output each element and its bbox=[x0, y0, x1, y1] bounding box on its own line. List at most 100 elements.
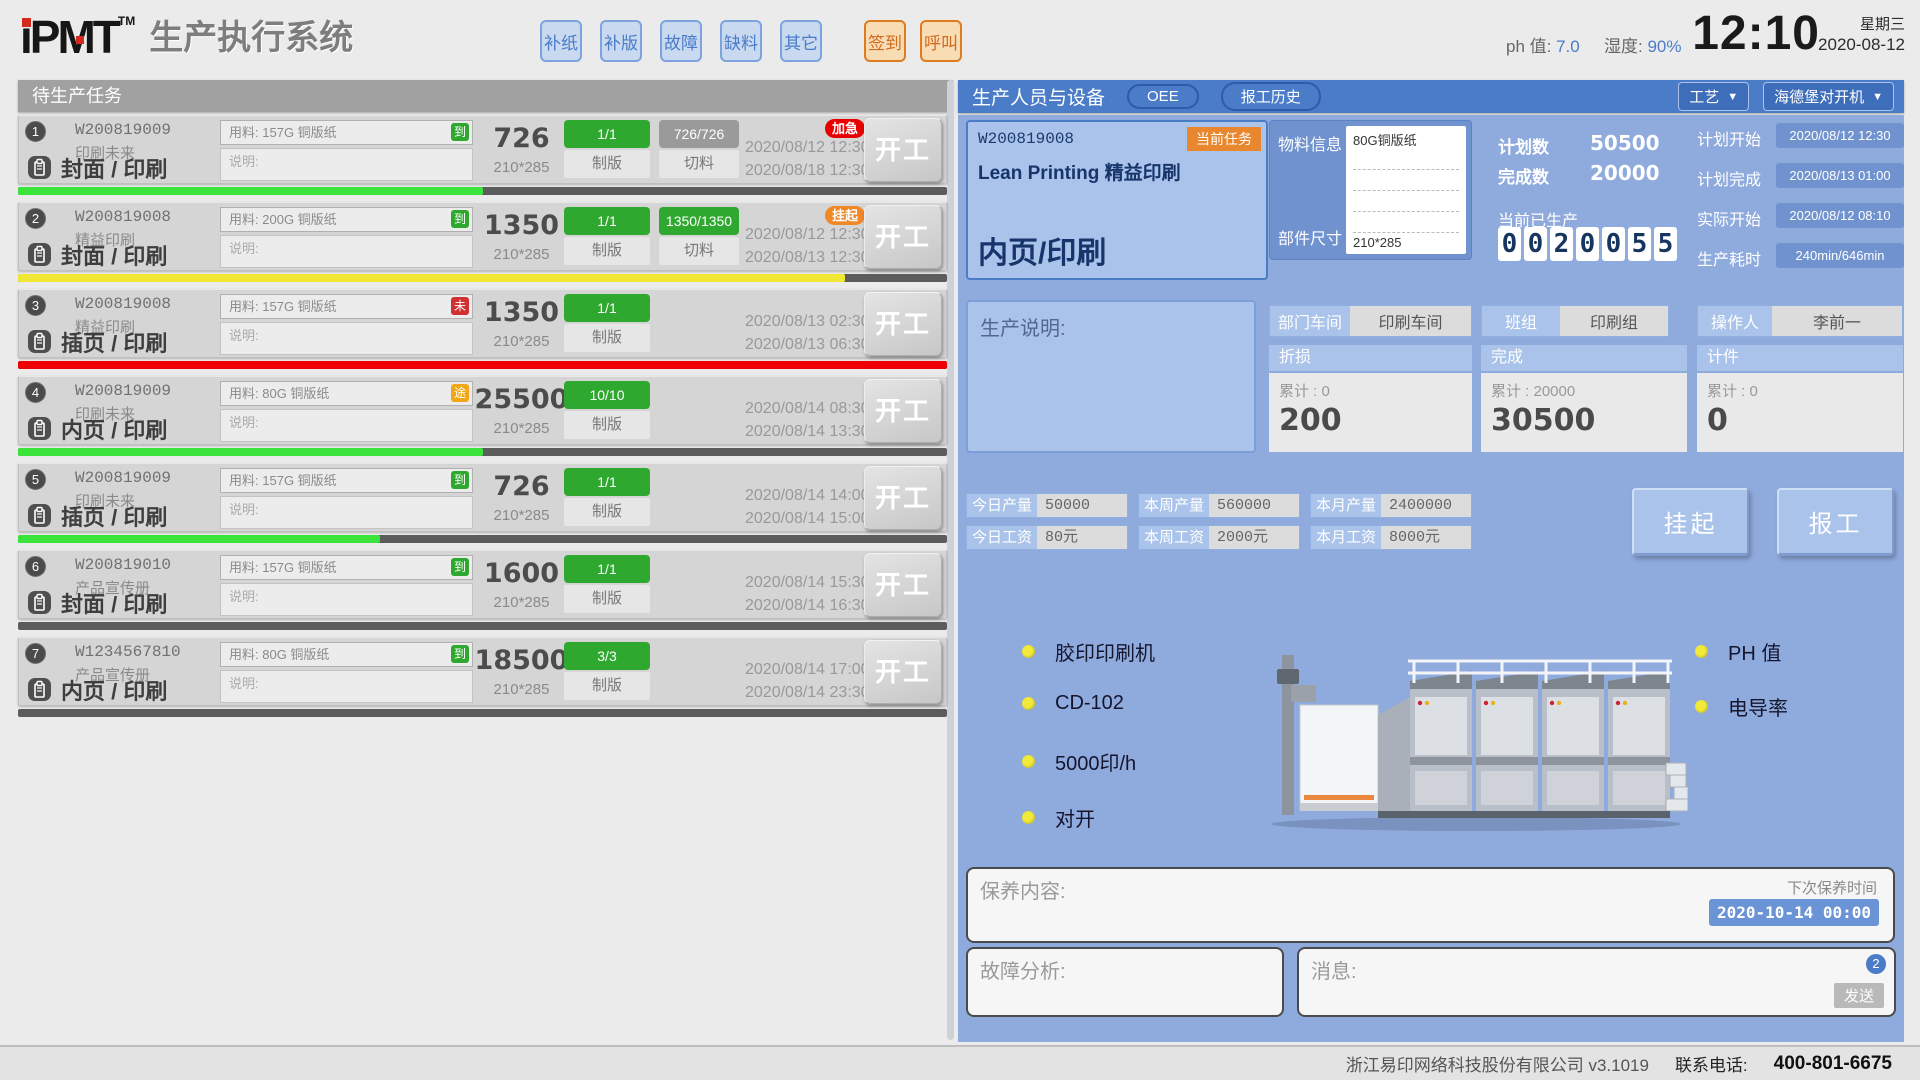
task-order-number: W200819009 bbox=[75, 382, 171, 400]
ph-indicator: ph 值: 7.0 bbox=[1506, 32, 1580, 57]
other-button[interactable]: 其它 bbox=[780, 20, 822, 62]
clipboard-icon bbox=[27, 590, 52, 615]
report-work-button[interactable]: 报工 bbox=[1777, 488, 1894, 556]
clipboard-icon bbox=[27, 416, 52, 441]
task-part-name: 封面 / 印刷 bbox=[61, 587, 167, 619]
clipboard-icon bbox=[27, 155, 52, 180]
start-work-button[interactable]: 开工 bbox=[864, 553, 942, 617]
current-order-number: W200819008 bbox=[978, 130, 1074, 148]
task-part-name: 内页 / 印刷 bbox=[61, 674, 167, 706]
task-note-field: 说明: bbox=[220, 148, 473, 181]
sign-in-button[interactable]: 签到 bbox=[864, 20, 906, 62]
task-row[interactable]: 2 W200819008 精益印刷 封面 / 印刷 用料: 200G 铜版纸 到… bbox=[18, 202, 947, 271]
start-work-button[interactable]: 开工 bbox=[864, 205, 942, 269]
plate-block: 1/1 制版 bbox=[564, 294, 650, 352]
task-end-time: 2020/08/14 16:30 bbox=[745, 594, 870, 617]
week-wage-label: 本周工资 bbox=[1139, 526, 1209, 549]
clipboard-icon bbox=[27, 503, 52, 528]
task-part-name: 封面 / 印刷 bbox=[61, 239, 167, 271]
plate-label: 制版 bbox=[564, 150, 650, 178]
task-row[interactable]: 6 W200819010 产品宣传册 封面 / 印刷 用料: 157G 铜版纸 … bbox=[18, 550, 947, 619]
task-order-number: W200819009 bbox=[75, 121, 171, 139]
production-counter: 0020055 bbox=[1498, 227, 1677, 261]
clipboard-icon bbox=[27, 242, 52, 267]
material-label: 用料: bbox=[229, 560, 259, 575]
plate-count: 10/10 bbox=[564, 381, 650, 409]
material-value: 80G 铜版纸 bbox=[262, 647, 329, 662]
department-value: 印刷车间 bbox=[1350, 306, 1471, 336]
divider bbox=[1353, 170, 1459, 191]
start-work-button[interactable]: 开工 bbox=[864, 292, 942, 356]
department-label: 部门车间 bbox=[1270, 306, 1350, 336]
task-quantity: 1350 bbox=[474, 297, 569, 328]
material-status-badge: 到 bbox=[451, 471, 469, 489]
plate-count: 1/1 bbox=[564, 294, 650, 322]
note-label: 说明: bbox=[229, 241, 259, 256]
plan-qty-value: 50500 bbox=[1590, 131, 1660, 155]
task-row[interactable]: 7 W1234567810 产品宣传册 内页 / 印刷 用料: 80G 铜版纸 … bbox=[18, 637, 947, 706]
logo-text: iPMT bbox=[20, 12, 118, 62]
start-work-button[interactable]: 开工 bbox=[864, 640, 942, 704]
task-progress-fill bbox=[18, 535, 380, 543]
current-task-badge: 当前任务 bbox=[1187, 127, 1261, 151]
clipboard-icon bbox=[27, 677, 52, 702]
task-index-badge: 3 bbox=[25, 295, 46, 316]
month-wage-value: 8000元 bbox=[1381, 526, 1471, 549]
material-value: 157G 铜版纸 bbox=[262, 560, 336, 575]
month-output-value: 2400000 bbox=[1381, 494, 1471, 517]
material-label: 用料: bbox=[229, 386, 259, 401]
report-history-button[interactable]: 报工历史 bbox=[1221, 82, 1321, 111]
task-part-name: 插页 / 印刷 bbox=[61, 326, 167, 358]
material-info-list: 80G铜版纸 210*285 bbox=[1346, 126, 1466, 254]
machine-dropdown[interactable]: 海德堡对开机 ▼ bbox=[1763, 82, 1894, 111]
call-button[interactable]: 呼叫 bbox=[920, 20, 962, 62]
cut-label: 切料 bbox=[659, 237, 739, 265]
production-note-box[interactable]: 生产说明: bbox=[966, 300, 1256, 453]
task-material-field: 用料: 200G 铜版纸 到 bbox=[220, 207, 473, 232]
material-shortage-button[interactable]: 缺料 bbox=[720, 20, 762, 62]
send-button[interactable]: 发送 bbox=[1834, 983, 1884, 1008]
plate-refill-button[interactable]: 补版 bbox=[600, 20, 642, 62]
material-status-badge: 到 bbox=[451, 123, 469, 141]
task-row[interactable]: 3 W200819008 精益印刷 插页 / 印刷 用料: 157G 铜版纸 未… bbox=[18, 289, 947, 358]
start-work-button[interactable]: 开工 bbox=[864, 466, 942, 530]
note-label: 说明: bbox=[229, 154, 259, 169]
message-box[interactable]: 消息: 2 发送 bbox=[1297, 947, 1896, 1017]
task-material-field: 用料: 157G 铜版纸 到 bbox=[220, 555, 473, 580]
counter-digit: 0 bbox=[1602, 227, 1625, 261]
material-value: 80G 铜版纸 bbox=[262, 386, 329, 401]
month-output-stat: 本月产量 2400000 bbox=[1310, 493, 1472, 518]
suspend-button[interactable]: 挂起 bbox=[1632, 488, 1749, 556]
plate-label: 制版 bbox=[564, 411, 650, 439]
mes-app: iPMT TM 生产执行系统 补纸 补版 故障 缺料 其它 签到 呼叫 ph 值… bbox=[0, 0, 1920, 1080]
schedule-row: 计划完成 2020/08/13 01:00 bbox=[1697, 163, 1904, 188]
conductivity-bullet-text: 电导率 bbox=[1728, 692, 1788, 721]
task-quantity: 1600 bbox=[474, 558, 569, 589]
fault-button[interactable]: 故障 bbox=[660, 20, 702, 62]
task-order-number: W1234567810 bbox=[75, 643, 181, 661]
task-row[interactable]: 1 W200819009 印刷未来 封面 / 印刷 用料: 157G 铜版纸 到… bbox=[18, 115, 947, 184]
start-work-button[interactable]: 开工 bbox=[864, 118, 942, 182]
task-list-scrollbar[interactable] bbox=[947, 80, 954, 1040]
actual-start-label: 实际开始 bbox=[1697, 206, 1761, 230]
conductivity-bullet: 电导率 bbox=[1695, 692, 1788, 721]
bullet-dot-icon bbox=[1022, 811, 1035, 824]
task-end-time: 2020/08/14 23:30 bbox=[745, 681, 870, 704]
team-field: 班组 印刷组 bbox=[1481, 305, 1669, 337]
process-dropdown[interactable]: 工艺 ▼ bbox=[1678, 82, 1749, 111]
task-progress-track bbox=[18, 187, 947, 195]
plate-count: 1/1 bbox=[564, 468, 650, 496]
divider bbox=[1353, 191, 1459, 212]
piecework-card-title: 计件 bbox=[1697, 345, 1903, 371]
task-row[interactable]: 4 W200819009 印刷未来 内页 / 印刷 用料: 80G 铜版纸 途 … bbox=[18, 376, 947, 445]
contact-phone-number: 400-801-6675 bbox=[1774, 1053, 1892, 1075]
fault-analysis-box[interactable]: 故障分析: bbox=[966, 947, 1284, 1017]
start-work-button[interactable]: 开工 bbox=[864, 379, 942, 443]
plan-finish-label: 计划完成 bbox=[1697, 166, 1761, 190]
oee-button[interactable]: OEE bbox=[1127, 84, 1199, 109]
contact-phone-label: 联系电话: bbox=[1675, 1051, 1748, 1076]
task-row[interactable]: 5 W200819009 印刷未来 插页 / 印刷 用料: 157G 铜版纸 到… bbox=[18, 463, 947, 532]
task-dates: 2020/08/12 12:30 2020/08/13 12:30 bbox=[745, 223, 870, 269]
paper-refill-button[interactable]: 补纸 bbox=[540, 20, 582, 62]
task-quantity: 726 bbox=[474, 471, 569, 502]
